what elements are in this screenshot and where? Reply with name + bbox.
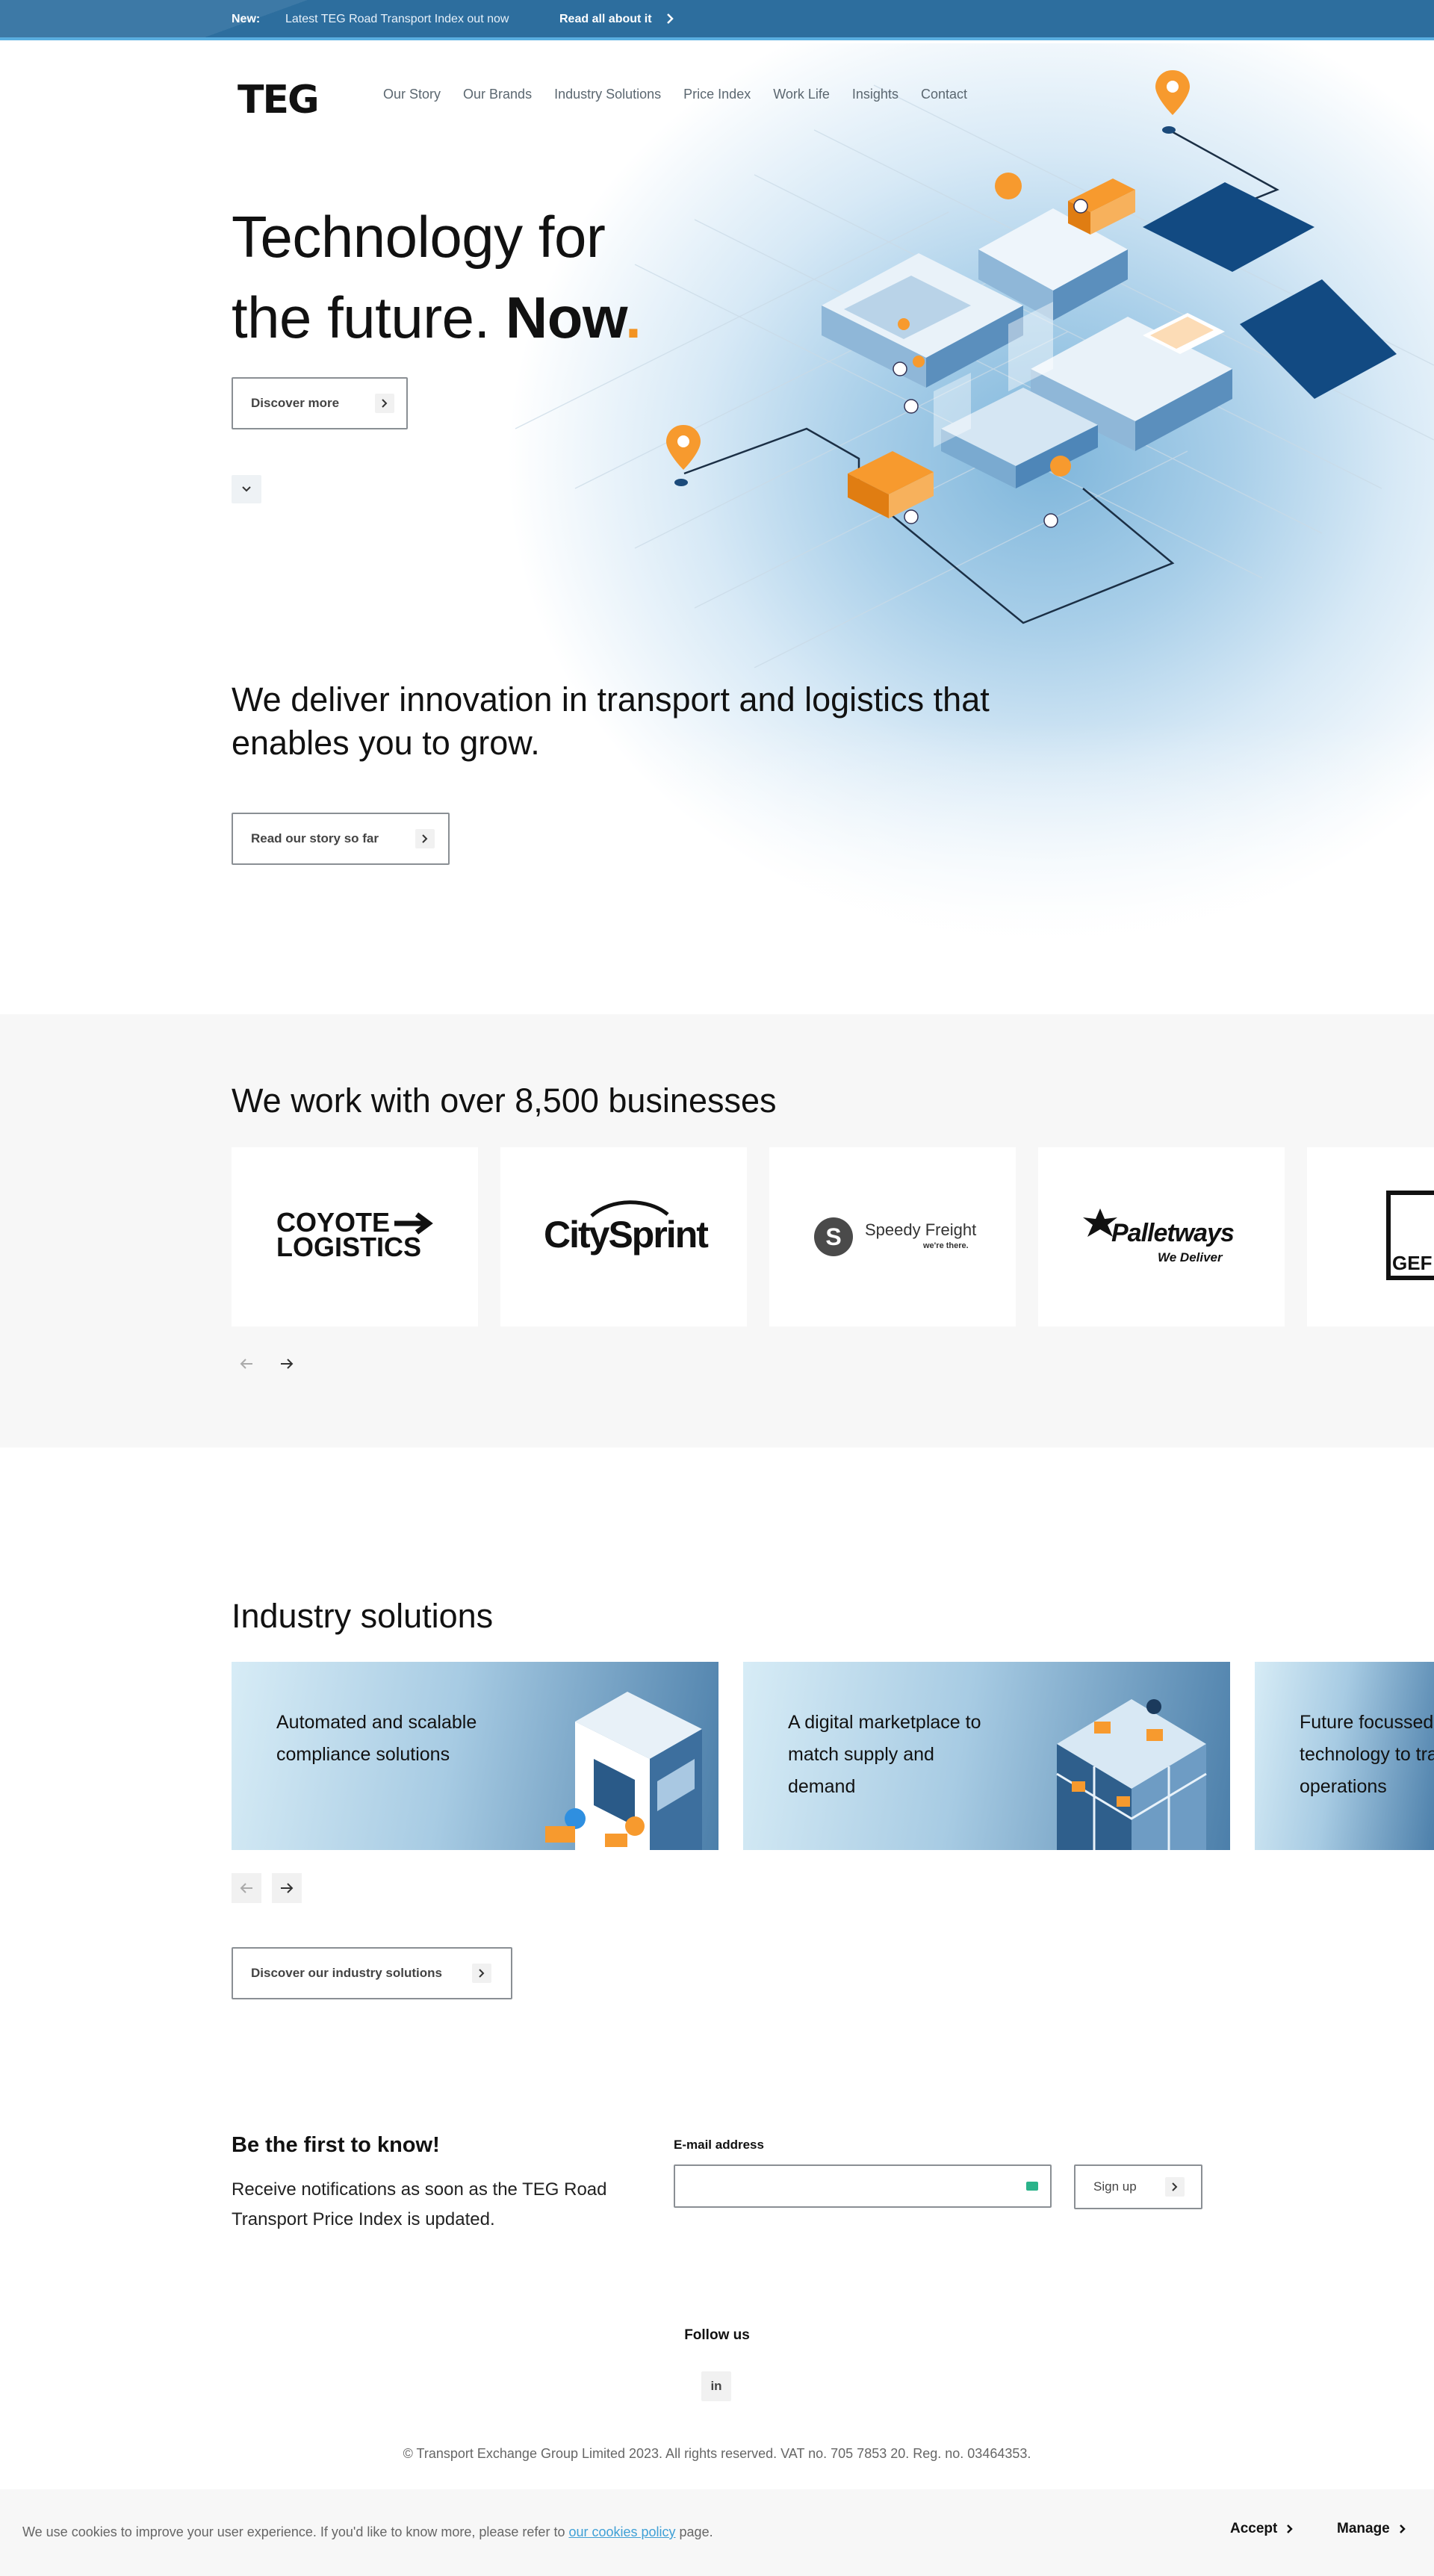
palletways-text: Palletways xyxy=(1111,1219,1235,1247)
cookie-text: We use cookies to improve your user expe… xyxy=(22,2524,713,2540)
speedy-freight-sub: we're there. xyxy=(923,1241,969,1250)
partner-logo-speedy-freight: S Speedy Freight we're there. xyxy=(769,1147,1016,1326)
linkedin-icon[interactable]: in xyxy=(701,2371,731,2401)
partner-logo-gef: GEF xyxy=(1307,1147,1434,1326)
solution-card-operations[interactable]: Future focussed technology to transform … xyxy=(1255,1662,1434,1850)
email-label: E-mail address xyxy=(674,2138,764,2152)
nav-industry-solutions[interactable]: Industry Solutions xyxy=(554,87,661,102)
announcement-link[interactable]: Read all about it xyxy=(559,13,652,26)
discover-more-button[interactable]: Discover more xyxy=(232,377,408,429)
discover-more-label: Discover more xyxy=(251,396,340,410)
swoosh-icon xyxy=(590,1200,669,1217)
partner-logo-citysprint: CitySprint xyxy=(500,1147,747,1326)
newsletter-title: Be the first to know! xyxy=(232,2133,440,2157)
solution-card-text: A digital marketplace to match supply an… xyxy=(788,1712,981,1797)
arrow-right-icon xyxy=(281,1883,294,1893)
chevron-right-icon xyxy=(415,829,435,848)
cookie-banner: We use cookies to improve your user expe… xyxy=(0,2489,1434,2576)
cookie-accept-label: Accept xyxy=(1230,2521,1278,2536)
palletways-sub: We Deliver xyxy=(1158,1250,1223,1264)
cookie-text-before: We use cookies to improve your user expe… xyxy=(22,2524,569,2539)
nav-insights[interactable]: Insights xyxy=(852,87,898,102)
copyright: © Transport Exchange Group Limited 2023.… xyxy=(403,2446,1031,2461)
partners-next-button[interactable] xyxy=(272,1349,302,1379)
main-nav: Our Story Our Brands Industry Solutions … xyxy=(383,87,990,102)
hero-headline: Technology for the future. Now. xyxy=(232,196,642,358)
nav-contact[interactable]: Contact xyxy=(921,87,967,102)
speedy-freight-text: Speedy Freight xyxy=(865,1220,977,1239)
read-our-story-button[interactable]: Read our story so far xyxy=(232,813,450,865)
solution-card-text: Automated and scalable compliance soluti… xyxy=(276,1712,477,1765)
chevron-right-icon xyxy=(375,394,394,413)
industry-prev-button[interactable] xyxy=(232,1873,261,1903)
chevron-right-icon xyxy=(1399,2524,1406,2533)
chevron-right-icon xyxy=(667,13,674,24)
headline-emphasis: Now xyxy=(505,285,626,350)
email-field[interactable] xyxy=(674,2164,1052,2208)
cookie-policy-link[interactable]: our cookies policy xyxy=(568,2524,675,2539)
citysprint-text: CitySprint xyxy=(544,1214,709,1256)
arrow-right-icon xyxy=(281,1359,294,1369)
cookie-accept-button[interactable]: Accept xyxy=(1230,2521,1294,2537)
hero-tagline: We deliver innovation in transport and l… xyxy=(232,680,990,762)
headline-dot: . xyxy=(625,285,642,350)
signup-label: Sign up xyxy=(1093,2179,1137,2194)
chevron-right-icon xyxy=(1165,2177,1185,2197)
arrow-icon xyxy=(394,1212,433,1235)
nav-work-life[interactable]: Work Life xyxy=(773,87,830,102)
chevron-down-icon xyxy=(242,486,251,492)
scroll-down-button[interactable] xyxy=(232,475,261,503)
headline-line1: Technology for xyxy=(232,204,606,270)
signup-button[interactable]: Sign up xyxy=(1074,2164,1202,2209)
autofill-icon[interactable] xyxy=(1026,2182,1038,2191)
solution-card-compliance[interactable]: Automated and scalable compliance soluti… xyxy=(232,1662,718,1850)
nav-our-brands[interactable]: Our Brands xyxy=(463,87,532,102)
announcement-bar: New: Latest TEG Road Transport Index out… xyxy=(0,0,1434,40)
cookie-manage-button[interactable]: Manage xyxy=(1337,2521,1406,2537)
marketplace-illustration xyxy=(1056,1699,1207,1850)
partner-logo-palletways: Palletways We Deliver xyxy=(1038,1147,1285,1326)
solution-card-marketplace[interactable]: A digital marketplace to match supply an… xyxy=(743,1662,1230,1850)
nav-our-story[interactable]: Our Story xyxy=(383,87,441,102)
announcement-new-label: New: xyxy=(232,13,261,25)
discover-industry-solutions-button[interactable]: Discover our industry solutions xyxy=(232,1947,512,1999)
speedy-freight-icon: S xyxy=(814,1217,853,1256)
partners-title: We work with over 8,500 businesses xyxy=(232,1081,777,1120)
cookie-text-after: page. xyxy=(675,2524,713,2539)
partners-section: We work with over 8,500 businesses COYOT… xyxy=(0,1014,1434,1447)
arrow-left-icon xyxy=(240,1883,252,1893)
gef-text: GEF xyxy=(1392,1252,1433,1274)
industry-next-button[interactable] xyxy=(272,1873,302,1903)
newsletter-text: Receive notifications as soon as the TEG… xyxy=(232,2179,607,2229)
cookie-manage-label: Manage xyxy=(1337,2521,1390,2536)
partners-prev-button[interactable] xyxy=(232,1349,261,1379)
follow-us-label: Follow us xyxy=(684,2327,750,2343)
announcement-message: Latest TEG Road Transport Index out now xyxy=(285,13,509,25)
partner-logo-coyote: COYOTE LOGISTICS xyxy=(232,1147,478,1326)
hero-section: TEG Our Story Our Brands Industry Soluti… xyxy=(0,43,1434,1014)
nav-price-index[interactable]: Price Index xyxy=(683,87,751,102)
solution-card-text: Future focussed technology to transform … xyxy=(1300,1712,1434,1797)
headline-line2: the future. xyxy=(232,285,506,350)
read-our-story-label: Read our story so far xyxy=(251,831,379,845)
industry-title: Industry solutions xyxy=(232,1597,494,1635)
discover-industry-solutions-label: Discover our industry solutions xyxy=(251,1966,442,1980)
arrow-left-icon xyxy=(240,1359,252,1369)
chevron-right-icon xyxy=(472,1964,491,1983)
chevron-right-icon xyxy=(1287,2524,1294,2533)
warehouse-illustration xyxy=(545,1692,702,1850)
teg-logo[interactable]: TEG xyxy=(238,78,320,122)
